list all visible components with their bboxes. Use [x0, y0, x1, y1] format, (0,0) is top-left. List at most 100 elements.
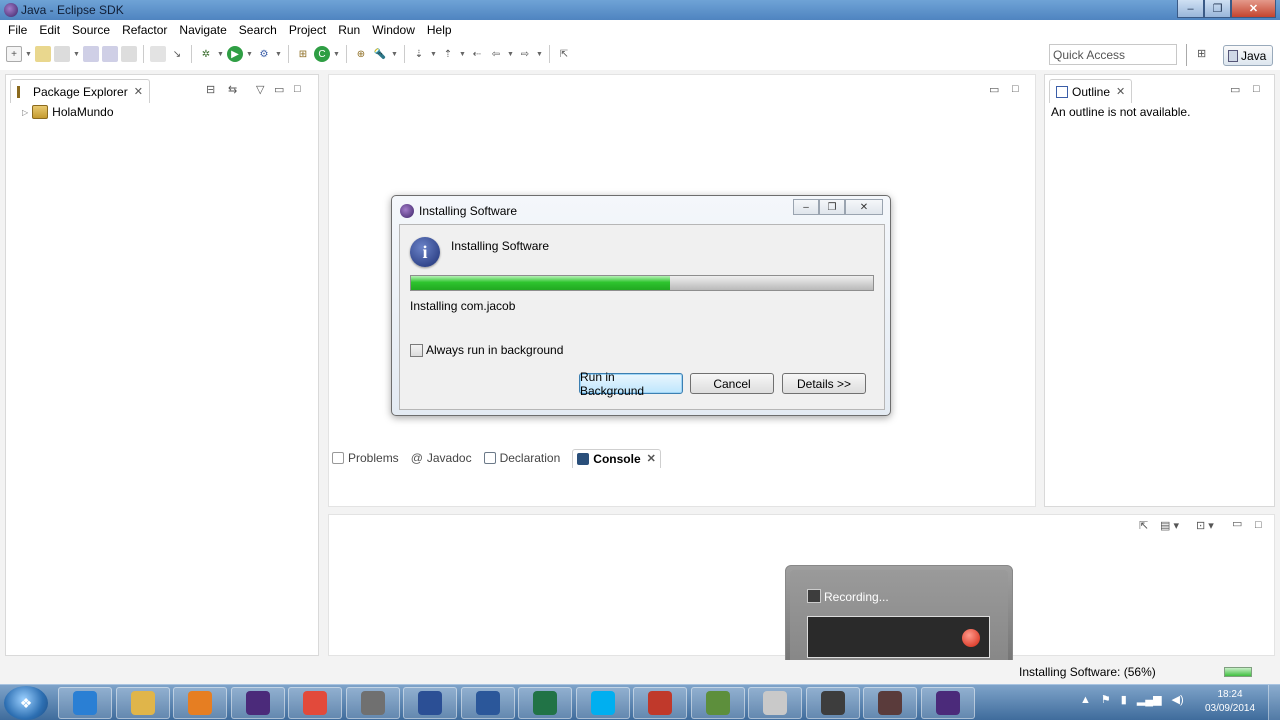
previous-annotation-dropdown-arrow[interactable]: ▼	[459, 46, 466, 62]
cancel-button[interactable]: Cancel	[690, 373, 774, 394]
status-progress-bar[interactable]	[1224, 667, 1252, 677]
forward-icon[interactable]: ⇨	[517, 46, 533, 62]
close-icon[interactable]: ✕	[647, 452, 656, 465]
debug-icon[interactable]: ✲	[198, 46, 214, 62]
menu-run[interactable]: Run	[332, 23, 366, 37]
menu-edit[interactable]: Edit	[33, 23, 66, 37]
taskbar-app-button[interactable]	[633, 687, 687, 719]
taskbar-app-button[interactable]	[863, 687, 917, 719]
open-perspective-icon[interactable]: ⊞	[1197, 47, 1213, 63]
open-type-icon[interactable]: ⊕	[353, 46, 369, 62]
dialog-close-button[interactable]: ✕	[845, 199, 883, 215]
menu-source[interactable]: Source	[66, 23, 116, 37]
toggle-breadcrumb-icon[interactable]	[150, 46, 166, 62]
maximize-view-icon[interactable]: □	[1255, 519, 1262, 531]
debug-dropdown-arrow[interactable]: ▼	[217, 46, 224, 62]
maximize-editor-icon[interactable]: □	[1012, 83, 1019, 95]
close-button[interactable]: ✕	[1231, 0, 1276, 18]
network-icon[interactable]: ▂▄▆	[1137, 693, 1162, 706]
start-button[interactable]: ❖	[4, 686, 48, 720]
external-tools-dropdown-arrow[interactable]: ▼	[275, 46, 282, 62]
menu-search[interactable]: Search	[233, 23, 283, 37]
search-icon[interactable]: 🔦	[372, 46, 388, 62]
link-with-editor-icon[interactable]: ⇆	[228, 83, 237, 96]
new-java-project-icon[interactable]: ⊞	[295, 46, 311, 62]
show-desktop-button[interactable]	[1268, 685, 1280, 721]
always-background-checkbox[interactable]	[410, 343, 423, 357]
taskbar-app-button[interactable]	[403, 687, 457, 719]
taskbar-clock[interactable]: 18:24 03/09/2014	[1200, 688, 1260, 716]
record-stop-button[interactable]	[962, 629, 980, 647]
maximize-button[interactable]: ❐	[1204, 0, 1231, 18]
display-console-icon[interactable]: ▤ ▾	[1160, 519, 1179, 532]
collapse-all-icon[interactable]: ⊟	[206, 83, 215, 96]
new-console-icon[interactable]: ⊡ ▾	[1196, 519, 1214, 532]
taskbar-app-button[interactable]	[518, 687, 572, 719]
tab-package-explorer[interactable]: Package Explorer ✕	[10, 79, 150, 103]
next-annotation-dropdown-arrow[interactable]: ▼	[430, 46, 437, 62]
previous-annotation-icon[interactable]: ⇡	[440, 46, 456, 62]
next-annotation-icon[interactable]: ⇣	[411, 46, 427, 62]
taskbar-app-button[interactable]	[173, 687, 227, 719]
menu-file[interactable]: File	[2, 23, 33, 37]
menu-window[interactable]: Window	[366, 23, 421, 37]
print-icon[interactable]	[121, 46, 137, 62]
tree-item-project[interactable]: ▷ HolaMundo	[22, 105, 114, 119]
back-icon[interactable]: ⇦	[488, 46, 504, 62]
save-all-icon[interactable]	[102, 46, 118, 62]
tab-declaration[interactable]: Declaration	[483, 451, 560, 465]
always-background-option[interactable]: Always run in background	[410, 343, 563, 357]
taskbar-app-button[interactable]	[805, 687, 860, 719]
pin-editor-icon[interactable]: ⇱	[556, 46, 572, 62]
volume-icon[interactable]: ◀)	[1172, 693, 1184, 706]
minimize-button[interactable]: ‒	[1177, 0, 1204, 18]
minimize-view-icon[interactable]: ▭	[1232, 517, 1242, 530]
dialog-maximize-button[interactable]: ❐	[819, 199, 845, 215]
maximize-view-icon[interactable]: □	[1253, 83, 1260, 95]
minimize-editor-icon[interactable]: ▭	[989, 83, 999, 96]
new-class-icon[interactable]	[54, 46, 70, 62]
taskbar-app-button[interactable]	[575, 687, 630, 719]
taskbar-app-button[interactable]	[115, 687, 170, 719]
new-dropdown-arrow[interactable]: ▼	[25, 46, 32, 62]
search-dropdown-arrow[interactable]: ▼	[391, 46, 398, 62]
new-package-icon[interactable]	[35, 46, 51, 62]
menu-project[interactable]: Project	[283, 23, 332, 37]
last-edit-icon[interactable]: ⇠	[469, 46, 485, 62]
minimize-view-icon[interactable]: ▭	[1230, 83, 1240, 96]
quick-access-input[interactable]: Quick Access	[1049, 44, 1177, 65]
taskbar-app-button[interactable]	[920, 687, 975, 719]
status-progress-text[interactable]: Installing Software: (56%)	[1019, 665, 1156, 679]
forward-dropdown-arrow[interactable]: ▼	[536, 46, 543, 62]
run-dropdown-arrow[interactable]: ▼	[246, 46, 253, 62]
tab-outline[interactable]: Outline ✕	[1049, 79, 1133, 103]
taskbar-app-button[interactable]	[58, 687, 112, 719]
run-icon[interactable]: ▶	[227, 46, 243, 62]
java-perspective-button[interactable]: Java	[1223, 45, 1273, 66]
menu-help[interactable]: Help	[421, 23, 458, 37]
open-console-icon[interactable]: ⇱	[1139, 519, 1148, 532]
taskbar-app-button[interactable]	[345, 687, 400, 719]
new-java-class-icon[interactable]: C	[314, 46, 330, 62]
menu-navigate[interactable]: Navigate	[173, 23, 232, 37]
run-in-background-button[interactable]: Run in Background	[579, 370, 683, 398]
taskbar-app-button[interactable]	[690, 687, 745, 719]
back-dropdown-arrow[interactable]: ▼	[507, 46, 514, 62]
save-icon[interactable]	[83, 46, 99, 62]
tab-console[interactable]: Console ✕	[572, 448, 661, 468]
maximize-view-icon[interactable]: □	[294, 83, 301, 95]
taskbar-app-button[interactable]	[230, 687, 285, 719]
details-button[interactable]: Details >>	[782, 373, 866, 394]
taskbar-app-button[interactable]	[748, 687, 802, 719]
external-tools-icon[interactable]: ⚙	[256, 46, 272, 62]
action-center-icon[interactable]: ⚑	[1101, 693, 1111, 706]
view-menu-icon[interactable]: ▽	[256, 83, 264, 96]
close-icon[interactable]: ✕	[1116, 85, 1125, 98]
new-java-class-dropdown-arrow[interactable]: ▼	[333, 46, 340, 62]
taskbar-app-button[interactable]	[288, 687, 342, 719]
show-hidden-icons-icon[interactable]: ▲	[1080, 694, 1091, 706]
close-icon[interactable]: ✕	[134, 85, 143, 98]
new-icon[interactable]: +	[6, 46, 22, 62]
dialog-minimize-button[interactable]: ‒	[793, 199, 819, 215]
power-icon[interactable]: ▮	[1121, 693, 1127, 706]
